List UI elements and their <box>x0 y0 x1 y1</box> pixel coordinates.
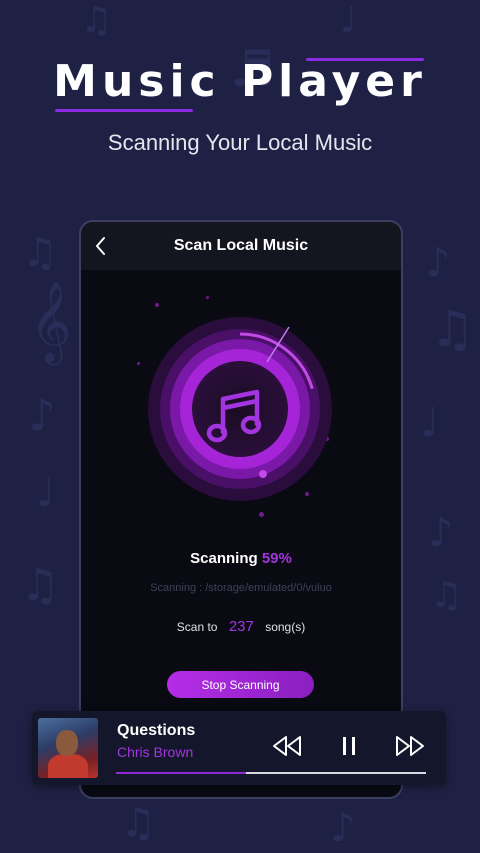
music-note-icon: ♩ <box>36 470 55 516</box>
scan-progress-ring <box>148 317 332 501</box>
playback-progress-bar[interactable] <box>116 772 426 774</box>
music-note-icon: ♪ <box>28 390 57 441</box>
music-note-icon: ♫ <box>120 800 156 846</box>
particle-dot <box>155 303 159 307</box>
pause-icon[interactable] <box>332 731 366 761</box>
stop-scanning-button[interactable]: Stop Scanning <box>167 671 314 698</box>
album-art[interactable] <box>38 718 98 778</box>
music-note-icon: ♩ <box>420 400 439 446</box>
song-title[interactable]: Questions <box>117 722 195 740</box>
music-note-icon: ♫ <box>430 575 463 616</box>
status-label: Scanning <box>190 550 258 567</box>
title-underline <box>55 109 193 112</box>
music-note-icon: ♫ <box>22 230 58 276</box>
status-percent: 59% <box>261 550 292 567</box>
chevron-left-icon[interactable] <box>89 234 113 258</box>
playback-progress-fill <box>116 772 247 774</box>
music-note-icon: ♫ <box>20 560 60 611</box>
particle-dot <box>137 362 140 365</box>
hero-subtitle: Scanning Your Local Music <box>107 130 373 155</box>
count-suffix: song(s) <box>265 620 306 634</box>
music-note-icon: ♪ <box>428 510 454 556</box>
fast-forward-icon[interactable] <box>393 731 427 761</box>
song-count: Scan to 237 song(s) <box>81 618 401 635</box>
song-artist[interactable]: Chris Brown <box>117 744 193 760</box>
rewind-icon[interactable] <box>270 731 304 761</box>
screen-header: Scan Local Music <box>81 222 401 270</box>
music-note-icon: ♫ <box>430 300 475 358</box>
mini-player[interactable]: Questions Chris Brown <box>32 711 446 785</box>
particle-dot <box>206 296 209 299</box>
music-note-icon: 𝄞 <box>30 280 72 362</box>
hero-title: Music Player <box>53 56 427 107</box>
music-note-icon: ♪ <box>425 240 451 286</box>
count-prefix: Scan to <box>176 620 218 634</box>
music-note-icon: ♩ <box>340 0 357 41</box>
count-value: 237 <box>228 618 254 635</box>
scan-status: Scanning 59% <box>81 550 401 567</box>
particle-dot <box>259 512 264 517</box>
scan-path: Scanning : /storage/emulated/0/vuluo <box>150 582 332 594</box>
music-note-icon: ♫ <box>80 0 113 41</box>
screen-title: Scan Local Music <box>173 237 309 254</box>
music-note-icon: ♪ <box>330 805 356 851</box>
